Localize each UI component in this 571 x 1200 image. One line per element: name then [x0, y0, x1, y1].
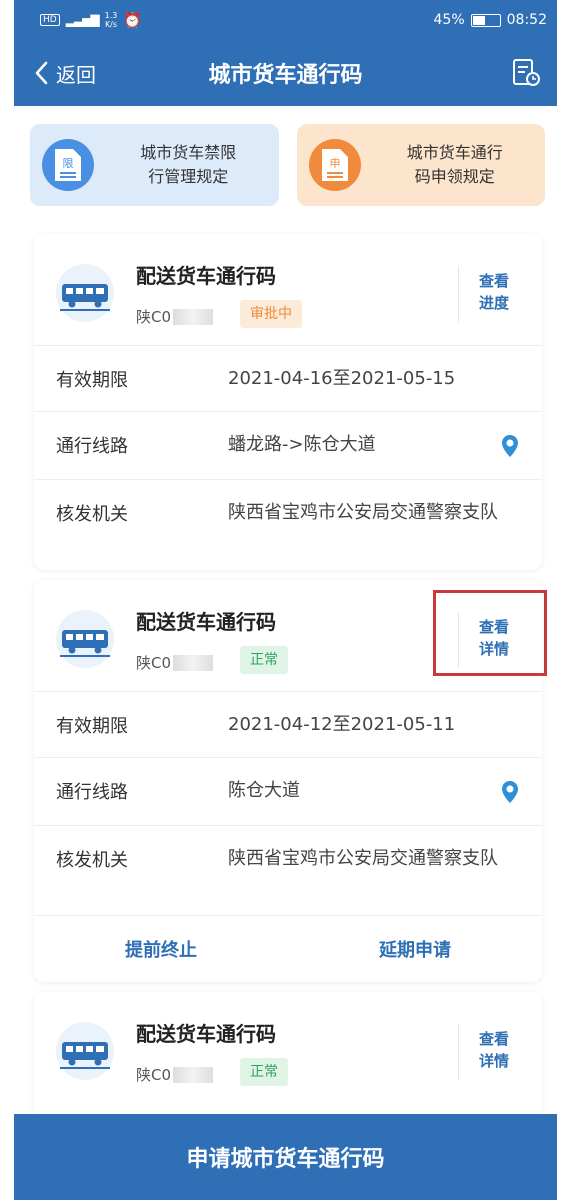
status-badge: 正常 — [240, 646, 288, 674]
issuer-value: 陕西省宝鸡市公安局交通警察支队 — [228, 502, 498, 523]
apply-rules-link[interactable]: 申 城市货车通行 码申领规定 — [296, 124, 545, 206]
pass-card: 配送货车通行码 陕C0 正常 查看 详情 — [34, 992, 542, 1114]
view-details-line1: 查看 — [478, 1030, 509, 1048]
view-details-line2: 详情 — [478, 1052, 509, 1070]
battery-percent: 45% — [433, 12, 465, 28]
card-title: 配送货车通行码 — [136, 610, 276, 634]
clock-time: 08:52 — [506, 12, 547, 28]
network-speed-value: 1.3 — [104, 11, 118, 20]
validity-row: 有效期限 2021-04-12至2021-05-11 — [34, 692, 542, 758]
card-header: 配送货车通行码 陕C0 正常 查看 详情 — [34, 992, 542, 1104]
plate-text: 陕C0 — [136, 1066, 172, 1084]
ban-rules-line2: 行管理规定 — [148, 167, 229, 186]
document-icon: 限 — [42, 139, 94, 191]
location-pin-icon[interactable] — [500, 780, 520, 804]
chevron-left-icon — [35, 61, 48, 85]
card-header: 配送货车通行码 陕C0 审批中 查看 进度 — [34, 234, 542, 346]
apply-rules-line1: 城市货车通行 — [406, 143, 503, 162]
validity-value: 2021-04-12至2021-05-11 — [228, 714, 456, 735]
battery-icon — [470, 13, 501, 27]
quick-links: 限 城市货车禁限 行管理规定 申 城市货车通行 码申领规定 — [30, 124, 545, 206]
doc-shape: 限 — [55, 149, 81, 181]
signal-icon: ▂▃▅▇ — [65, 13, 100, 27]
ban-rules-link[interactable]: 限 城市货车禁限 行管理规定 — [30, 124, 279, 206]
apply-pass-button[interactable]: 申请城市货车通行码 — [14, 1114, 557, 1200]
hd-icon: HD — [40, 14, 60, 26]
divider — [458, 266, 459, 322]
plate-text: 陕C0 — [136, 654, 172, 672]
card-title: 配送货车通行码 — [136, 1022, 276, 1046]
plate-blur — [173, 308, 214, 325]
status-left: HD ▂▃▅▇ 1.3 K/s ⏰ — [40, 11, 142, 29]
validity-value: 2021-04-16至2021-05-15 — [228, 368, 456, 389]
plate-blur — [173, 654, 214, 671]
plate-number: 陕C0 — [136, 652, 214, 673]
ban-rules-line1: 城市货车禁限 — [140, 143, 237, 162]
status-badge: 正常 — [240, 1058, 288, 1086]
apply-rules-text: 城市货车通行 码申领规定 — [377, 141, 534, 189]
plate-blur — [173, 1066, 214, 1083]
network-speed-unit: K/s — [104, 20, 118, 29]
issuer-row: 核发机关 陕西省宝鸡市公安局交通警察支队 — [34, 480, 542, 568]
validity-label: 有效期限 — [56, 370, 128, 391]
route-label: 通行线路 — [56, 436, 128, 457]
doc-char: 限 — [63, 157, 74, 170]
divider — [458, 1024, 459, 1080]
route-row: 通行线路 陈仓大道 — [34, 758, 542, 826]
route-label: 通行线路 — [56, 782, 128, 803]
route-value: 蟠龙路->陈仓大道 — [228, 434, 376, 455]
issuer-label: 核发机关 — [56, 504, 128, 525]
document-history-icon[interactable] — [511, 58, 541, 88]
view-progress-line1: 查看 — [478, 272, 509, 290]
highlight-box — [433, 590, 547, 676]
alarm-icon: ⏰ — [123, 11, 143, 29]
route-row: 通行线路 蟠龙路->陈仓大道 — [34, 412, 542, 480]
document-icon: 申 — [308, 139, 361, 191]
back-label: 返回 — [56, 62, 96, 87]
doc-char: 申 — [329, 157, 340, 170]
card-actions: 提前终止 延期申请 — [34, 916, 542, 982]
status-bar: HD ▂▃▅▇ 1.3 K/s ⏰ 45% 08:52 — [14, 0, 557, 40]
issuer-row: 核发机关 陕西省宝鸡市公安局交通警察支队 — [34, 826, 542, 916]
terminate-early-button[interactable]: 提前终止 — [34, 936, 288, 962]
nav-bar: 返回 城市货车通行码 — [14, 40, 557, 106]
ban-rules-text: 城市货车禁限 行管理规定 — [110, 141, 267, 189]
view-progress-button[interactable]: 查看 进度 — [470, 270, 518, 314]
truck-icon — [56, 610, 114, 668]
truck-icon — [56, 1022, 114, 1080]
validity-row: 有效期限 2021-04-16至2021-05-15 — [34, 346, 542, 412]
view-details-button[interactable]: 查看 详情 — [470, 1028, 518, 1072]
truck-icon — [56, 264, 114, 322]
doc-shape: 申 — [321, 149, 348, 181]
issuer-value: 陕西省宝鸡市公安局交通警察支队 — [228, 848, 498, 869]
plate-number: 陕C0 — [136, 306, 214, 327]
card-title: 配送货车通行码 — [136, 264, 276, 288]
back-button[interactable]: 返回 — [34, 59, 96, 88]
extend-apply-button[interactable]: 延期申请 — [288, 936, 542, 962]
view-progress-line2: 进度 — [478, 294, 509, 312]
pass-card: 配送货车通行码 陕C0 审批中 查看 进度 有效期限 2021-04-16至20… — [34, 234, 542, 570]
location-pin-icon[interactable] — [500, 434, 520, 458]
network-speed: 1.3 K/s — [105, 11, 118, 29]
plate-number: 陕C0 — [136, 1064, 214, 1085]
status-badge: 审批中 — [240, 300, 302, 328]
route-value: 陈仓大道 — [228, 780, 300, 801]
apply-rules-line2: 码申领规定 — [414, 167, 495, 186]
status-right: 45% 08:52 — [434, 12, 547, 28]
validity-label: 有效期限 — [56, 716, 128, 737]
issuer-label: 核发机关 — [56, 850, 128, 871]
plate-text: 陕C0 — [136, 308, 172, 326]
